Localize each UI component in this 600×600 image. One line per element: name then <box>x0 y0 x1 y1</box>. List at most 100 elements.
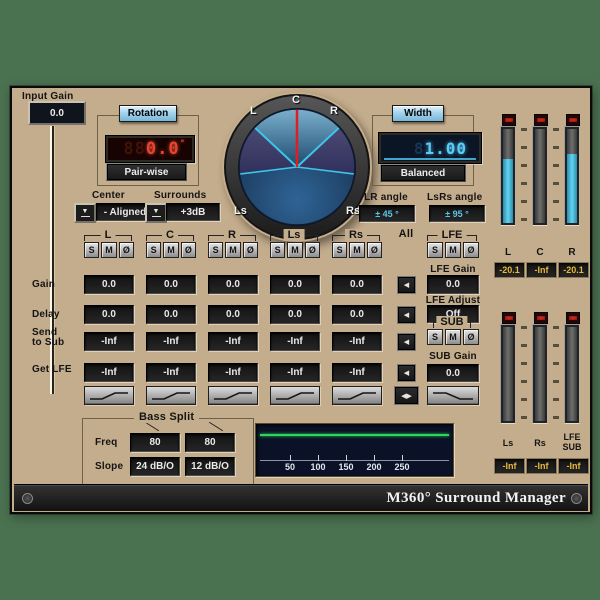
phase-button[interactable]: Ø <box>463 242 479 258</box>
delay-value[interactable]: 0.0 <box>332 305 382 324</box>
channel-bracket: R <box>208 229 256 241</box>
meter-scale-ticks <box>521 128 527 222</box>
mute-button[interactable]: M <box>349 242 365 258</box>
channel-label: Rs <box>344 229 368 241</box>
send-to-sub-value[interactable]: -Inf <box>208 332 258 351</box>
all-delay-link-button[interactable]: ◀ <box>397 306 416 324</box>
graph-tick <box>318 455 319 461</box>
meter-label: L <box>504 247 512 258</box>
freq-value-2[interactable]: 80 <box>185 433 235 452</box>
phase-button[interactable]: Ø <box>242 242 258 258</box>
desktop-background: Input Gain 0.0 Rotation 88 0.0 ° Pair-wise… <box>0 0 600 600</box>
solo-button[interactable]: S <box>270 242 286 258</box>
lowpass-filter-button[interactable] <box>427 386 479 405</box>
meter-value[interactable]: -20.1 <box>558 262 589 278</box>
delay-value[interactable]: 0.0 <box>146 305 196 324</box>
footer-right-icon[interactable] <box>571 492 582 504</box>
get-lfe-value[interactable]: -Inf <box>270 363 320 382</box>
width-section-button[interactable]: Width <box>392 105 444 122</box>
clip-led[interactable] <box>534 114 548 126</box>
mute-button[interactable]: M <box>163 242 179 258</box>
get-lfe-value[interactable]: -Inf <box>208 363 258 382</box>
all-filter-link-button[interactable]: ◀▶ <box>394 386 419 405</box>
highpass-filter-button[interactable] <box>84 386 134 405</box>
graph-tick-label: 200 <box>366 462 382 472</box>
mute-button[interactable]: M <box>101 242 117 258</box>
input-gain-value[interactable]: 0.0 <box>28 101 86 125</box>
highpass-filter-button[interactable] <box>208 386 258 405</box>
mute-button[interactable]: M <box>445 242 461 258</box>
send-to-sub-value[interactable]: -Inf <box>332 332 382 351</box>
send-to-sub-value[interactable]: -Inf <box>84 332 134 351</box>
slope-value-2[interactable]: 12 dB/O <box>185 457 235 476</box>
meter-value[interactable]: -Inf <box>558 458 589 474</box>
sub-mute-button[interactable]: M <box>445 329 461 345</box>
send-to-sub-value[interactable]: -Inf <box>146 332 196 351</box>
gain-value[interactable]: 0.0 <box>146 275 196 294</box>
left-triangle-icon: ◀ <box>403 282 410 289</box>
mute-button[interactable]: M <box>287 242 303 258</box>
get-lfe-row-label: Get LFE <box>32 364 72 375</box>
level-meter-c <box>532 126 548 226</box>
channel-bracket: Ls <box>270 229 318 241</box>
sub-phase-button[interactable]: Ø <box>463 329 479 345</box>
meter-fill <box>503 159 513 223</box>
meter-value[interactable]: -Inf <box>526 458 557 474</box>
highpass-filter-button[interactable] <box>332 386 382 405</box>
input-gain-slider[interactable] <box>50 126 54 394</box>
phase-button[interactable]: Ø <box>118 242 134 258</box>
get-lfe-value[interactable]: -Inf <box>332 363 382 382</box>
send-to-sub-value[interactable]: -Inf <box>270 332 320 351</box>
mute-button[interactable]: M <box>225 242 241 258</box>
sub-gain-value[interactable]: 0.0 <box>427 364 479 382</box>
meter-track <box>567 327 577 421</box>
channel-label: R <box>224 229 240 241</box>
freq-value-1[interactable]: 80 <box>130 433 180 452</box>
highpass-curve-icon <box>214 392 252 400</box>
graph-tick-label: 150 <box>338 462 354 472</box>
footer-left-icon[interactable] <box>22 492 33 504</box>
gain-value[interactable]: 0.0 <box>208 275 258 294</box>
slope-value-1[interactable]: 24 dB/O <box>130 457 180 476</box>
solo-button[interactable]: S <box>208 242 224 258</box>
clip-led-light <box>505 118 513 122</box>
meter-value[interactable]: -Inf <box>494 458 525 474</box>
delay-value[interactable]: 0.0 <box>270 305 320 324</box>
get-lfe-value[interactable]: -Inf <box>84 363 134 382</box>
gain-value[interactable]: 0.0 <box>84 275 134 294</box>
solo-button[interactable]: S <box>427 242 443 258</box>
crossover-response-line <box>260 434 449 436</box>
phase-button[interactable]: Ø <box>180 242 196 258</box>
all-get-link-button[interactable]: ◀ <box>397 364 416 382</box>
gain-value[interactable]: 0.0 <box>332 275 382 294</box>
gain-value[interactable]: 0.0 <box>270 275 320 294</box>
clip-led[interactable] <box>566 114 580 126</box>
clip-led[interactable] <box>502 312 516 324</box>
crossover-graph: 50 100 150 200 250 <box>255 423 454 477</box>
clip-led[interactable] <box>502 114 516 126</box>
rotation-section-button[interactable]: Rotation <box>119 105 177 122</box>
highpass-filter-button[interactable] <box>270 386 320 405</box>
all-gain-link-button[interactable]: ◀ <box>397 276 416 294</box>
all-column-label: All <box>398 228 414 240</box>
meter-value[interactable]: -Inf <box>526 262 557 278</box>
delay-value[interactable]: 0.0 <box>208 305 258 324</box>
solo-button[interactable]: S <box>84 242 100 258</box>
sub-solo-button[interactable]: S <box>427 329 443 345</box>
clip-led[interactable] <box>534 312 548 324</box>
solo-button[interactable]: S <box>332 242 348 258</box>
clip-led[interactable] <box>566 312 580 324</box>
phase-button[interactable]: Ø <box>366 242 382 258</box>
channel-label: Ls <box>283 229 305 241</box>
highpass-filter-button[interactable] <box>146 386 196 405</box>
solo-button[interactable]: S <box>146 242 162 258</box>
left-triangle-icon: ◀ <box>403 312 410 319</box>
meter-value[interactable]: -20.1 <box>494 262 525 278</box>
phase-button[interactable]: Ø <box>304 242 320 258</box>
all-send-link-button[interactable]: ◀ <box>397 333 416 351</box>
bass-split-label: Bass Split <box>134 411 200 423</box>
get-lfe-value[interactable]: -Inf <box>146 363 196 382</box>
delay-value[interactable]: 0.0 <box>84 305 134 324</box>
clip-led-light <box>569 316 577 320</box>
lfe-gain-value[interactable]: 0.0 <box>427 275 479 294</box>
